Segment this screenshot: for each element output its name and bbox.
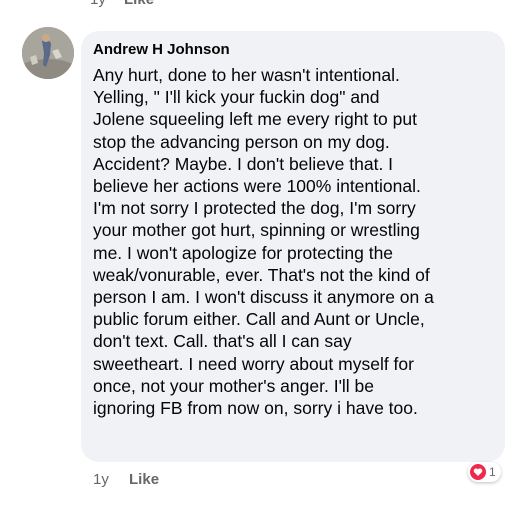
comment-text-line: me. I won't apologize for protecting the <box>93 242 394 263</box>
comment-text-line: Any hurt, done to her wasn't intentional… <box>93 65 400 85</box>
comment-text-line: I'm not sorry I protected the dog, I'm s… <box>93 198 416 219</box>
previous-comment-like-link[interactable]: Like <box>124 0 154 8</box>
comment-text-line: don't text. Call. that's all I can say <box>93 331 352 352</box>
avatar[interactable] <box>22 27 74 79</box>
heart-reaction-icon <box>470 464 486 480</box>
avatar-photo <box>22 27 74 79</box>
comment-bubble: Andrew H Johnson Any hurt, done to her w… <box>81 31 505 462</box>
comment-text-line: sweetheart. I need worry about myself fo… <box>93 353 414 374</box>
comment-text-line: weak/vonurable, ever. That's not the kin… <box>93 264 430 285</box>
comment-text-line: Yelling, " I'll kick your fuckin dog" an… <box>93 87 380 108</box>
comment-text-line: public forum either. Call and Aunt or Un… <box>93 309 425 330</box>
comment-text-line: Accident? Maybe. I don't believe that. I <box>93 153 394 174</box>
comment-text-line: once, not your mother's anger. I'll be <box>93 375 375 396</box>
comment-text-line: your mother got hurt, spinning or wrestl… <box>93 220 420 241</box>
previous-comment-timestamp[interactable]: 1y <box>90 0 106 8</box>
comment-timestamp[interactable]: 1y <box>93 471 109 488</box>
comment-text: Any hurt, done to her wasn't intentional… <box>93 64 503 419</box>
reaction-summary[interactable]: 1 <box>468 462 501 482</box>
comment-text-line: ignoring FB from now on, sorry i have to… <box>93 398 418 419</box>
comment-author-name[interactable]: Andrew H Johnson <box>93 41 230 58</box>
comment-text-line: believe her actions were 100% intentiona… <box>93 176 421 197</box>
comment-text-line: stop the advancing person on my dog. <box>93 131 390 152</box>
comment-actions: 1y Like <box>93 471 175 488</box>
like-link[interactable]: Like <box>129 471 159 488</box>
previous-comment-actions: 1y Like <box>90 0 168 8</box>
reaction-count: 1 <box>489 465 496 479</box>
comment-text-line: Jolene squeeling left me every right to … <box>93 109 417 130</box>
comment-text-line: person I am. I won't discuss it anymore … <box>93 287 434 308</box>
